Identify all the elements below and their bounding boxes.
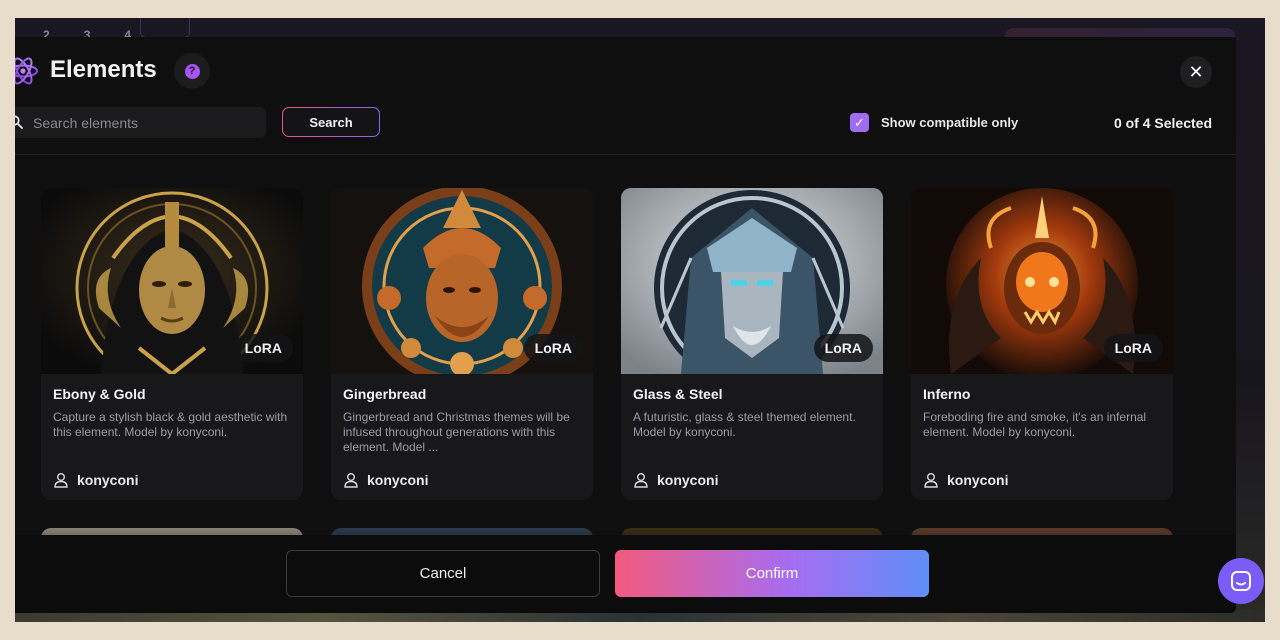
search-input[interactable] bbox=[33, 107, 258, 138]
author-name: konyconi bbox=[367, 472, 429, 488]
lora-badge: LoRA bbox=[1103, 334, 1163, 362]
card-title: Glass & Steel bbox=[633, 386, 723, 402]
chat-launcher[interactable] bbox=[1218, 558, 1264, 604]
user-icon bbox=[924, 473, 938, 488]
elements-modal: Elements ? ✕ Search ✓ Show compatible on… bbox=[15, 37, 1236, 613]
selected-count: 0 of 4 Selected bbox=[1113, 115, 1212, 131]
question-icon: ? bbox=[184, 63, 200, 79]
search-field[interactable] bbox=[15, 107, 266, 138]
card-description: Gingerbread and Christmas themes will be… bbox=[343, 410, 570, 454]
element-card-ebony-gold[interactable]: LoRA Ebony & Gold Capture a stylish blac… bbox=[41, 188, 303, 500]
chat-icon bbox=[1231, 571, 1251, 591]
element-card-glass-steel[interactable]: LoRA Glass & Steel A futuristic, glass &… bbox=[621, 188, 883, 500]
card-author: konyconi bbox=[633, 472, 718, 488]
confirm-button[interactable]: Confirm bbox=[615, 550, 929, 597]
author-name: konyconi bbox=[657, 472, 719, 488]
elements-grid: LoRA Ebony & Gold Capture a stylish blac… bbox=[15, 156, 1236, 536]
card-author: konyconi bbox=[343, 472, 428, 488]
card-title: Ebony & Gold bbox=[53, 386, 146, 402]
search-button[interactable]: Search bbox=[282, 107, 380, 137]
help-button[interactable]: ? bbox=[174, 53, 210, 89]
close-button[interactable]: ✕ bbox=[1180, 56, 1212, 88]
compatible-label: Show compatible only bbox=[881, 115, 1019, 130]
lora-badge: LoRA bbox=[233, 334, 293, 362]
check-icon: ✓ bbox=[854, 114, 865, 130]
card-author: konyconi bbox=[923, 472, 1008, 488]
modal-footer: Cancel Confirm bbox=[15, 535, 1236, 613]
user-icon bbox=[54, 473, 68, 488]
compatible-checkbox[interactable]: ✓ bbox=[850, 113, 869, 132]
card-description: Foreboding fire and smoke, it's an infer… bbox=[923, 410, 1147, 439]
user-icon bbox=[344, 473, 358, 488]
card-title: Gingerbread bbox=[343, 386, 427, 402]
element-card-inferno[interactable]: LoRA Inferno Foreboding fire and smoke, … bbox=[911, 188, 1173, 500]
close-icon: ✕ bbox=[1188, 61, 1204, 82]
card-title: Inferno bbox=[923, 386, 971, 402]
lora-badge: LoRA bbox=[523, 334, 583, 362]
element-card-gingerbread[interactable]: LoRA Gingerbread Gingerbread and Christm… bbox=[331, 188, 593, 500]
card-description: A futuristic, glass & steel themed eleme… bbox=[633, 410, 856, 439]
search-icon bbox=[15, 115, 23, 129]
card-description: Capture a stylish black & gold aesthetic… bbox=[53, 410, 288, 439]
lora-badge: LoRA bbox=[813, 334, 873, 362]
active-step-outline bbox=[140, 18, 190, 38]
cancel-button[interactable]: Cancel bbox=[286, 550, 600, 597]
atom-icon bbox=[15, 57, 38, 85]
user-icon bbox=[634, 473, 648, 488]
modal-header: Elements ? ✕ Search ✓ Show compatible on… bbox=[15, 37, 1236, 155]
modal-title: Elements bbox=[50, 56, 157, 83]
show-compatible-toggle[interactable]: ✓ Show compatible only bbox=[850, 113, 1018, 132]
author-name: konyconi bbox=[947, 472, 1009, 488]
author-name: konyconi bbox=[77, 472, 139, 488]
card-author: konyconi bbox=[53, 472, 138, 488]
